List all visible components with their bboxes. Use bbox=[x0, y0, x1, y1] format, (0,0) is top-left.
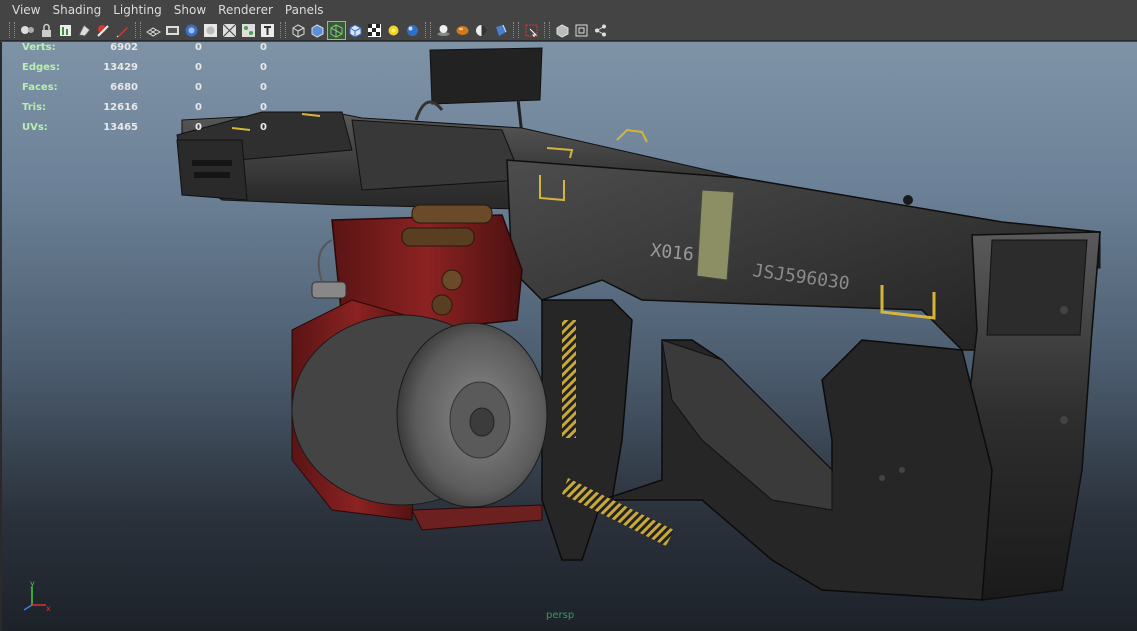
screen-space-ao-icon[interactable] bbox=[404, 22, 421, 39]
hud-label-faces: Faces: bbox=[22, 82, 58, 93]
bookmarks-icon[interactable] bbox=[76, 22, 93, 39]
field-chart-icon[interactable] bbox=[221, 22, 238, 39]
menu-view[interactable]: View bbox=[0, 0, 46, 20]
menu-renderer[interactable]: Renderer bbox=[212, 0, 279, 20]
toolbar-separator bbox=[9, 22, 15, 38]
hud-verts-selected: 0 bbox=[195, 42, 202, 53]
axis-gizmo-icon: y x bbox=[23, 579, 51, 613]
camera-name-label: persp bbox=[546, 610, 575, 621]
menu-shading[interactable]: Shading bbox=[46, 0, 107, 20]
toolbar-separator bbox=[135, 22, 141, 38]
grid-icon[interactable] bbox=[145, 22, 162, 39]
menu-show[interactable]: Show bbox=[168, 0, 212, 20]
hud-row: Tris: 12616 0 0 bbox=[22, 102, 282, 122]
hud-row: Edges: 13429 0 0 bbox=[22, 62, 282, 82]
toolbar-separator bbox=[425, 22, 431, 38]
resolution-gate-icon[interactable] bbox=[183, 22, 200, 39]
motion-blur-icon[interactable] bbox=[435, 22, 452, 39]
share-icon[interactable] bbox=[592, 22, 609, 39]
safe-title-icon[interactable] bbox=[259, 22, 276, 39]
camera-attributes-icon[interactable] bbox=[57, 22, 74, 39]
hud-faces-object: 6680 bbox=[110, 82, 138, 93]
xray-icon[interactable] bbox=[523, 22, 540, 39]
tan-strap bbox=[696, 189, 735, 281]
image-plane-icon[interactable] bbox=[95, 22, 112, 39]
menu-panels[interactable]: Panels bbox=[279, 0, 330, 20]
safe-action-icon[interactable] bbox=[240, 22, 257, 39]
hud-faces-selected: 0 bbox=[195, 82, 202, 93]
hud-label-edges: Edges: bbox=[22, 62, 60, 73]
xray-joints-icon[interactable] bbox=[554, 22, 571, 39]
xray-components-icon[interactable] bbox=[573, 22, 590, 39]
hud-tris-component: 0 bbox=[260, 102, 267, 113]
top-sight bbox=[429, 47, 543, 105]
hud-verts-object: 6902 bbox=[110, 42, 138, 53]
perspective-viewport[interactable]: X016 JSJ596030 Verts: 6902 0 0 Edges: 13… bbox=[0, 42, 1137, 631]
hud-label-tris: Tris: bbox=[22, 102, 47, 113]
anti-aliasing-icon[interactable] bbox=[454, 22, 471, 39]
menu-bar: View Shading Lighting Show Renderer Pane… bbox=[0, 0, 1137, 20]
use-all-lights-icon[interactable] bbox=[366, 22, 383, 39]
grease-pencil-icon[interactable] bbox=[114, 22, 131, 39]
wireframe-on-shaded-icon[interactable] bbox=[327, 20, 346, 40]
poly-count-hud: Verts: 6902 0 0 Edges: 13429 0 0 Faces: … bbox=[22, 42, 282, 142]
select-camera-icon[interactable] bbox=[19, 22, 36, 39]
isolate-select-icon[interactable] bbox=[492, 22, 509, 39]
hud-label-uvs: UVs: bbox=[22, 122, 48, 133]
hud-label-verts: Verts: bbox=[22, 42, 56, 53]
gate-mask-icon[interactable] bbox=[202, 22, 219, 39]
hud-uvs-object: 13465 bbox=[103, 122, 138, 133]
menu-lighting[interactable]: Lighting bbox=[107, 0, 168, 20]
hud-edges-object: 13429 bbox=[103, 62, 138, 73]
hud-uvs-selected: 0 bbox=[195, 122, 202, 133]
toolbar-separator bbox=[280, 22, 286, 38]
film-gate-icon[interactable] bbox=[164, 22, 181, 39]
textured-icon[interactable] bbox=[347, 22, 364, 39]
axis-y-label: y bbox=[30, 579, 35, 588]
hud-row: Verts: 6902 0 0 bbox=[22, 42, 282, 62]
hud-faces-component: 0 bbox=[260, 82, 267, 93]
toolbar-separator bbox=[544, 22, 550, 38]
hud-edges-selected: 0 bbox=[195, 62, 202, 73]
hazard-stripe-front bbox=[562, 320, 576, 438]
axis-x-label: x bbox=[46, 604, 51, 613]
hud-row: Faces: 6680 0 0 bbox=[22, 82, 282, 102]
depth-of-field-icon[interactable] bbox=[473, 22, 490, 39]
hud-uvs-component: 0 bbox=[260, 122, 267, 133]
hud-tris-object: 12616 bbox=[103, 102, 138, 113]
lock-camera-icon[interactable] bbox=[38, 22, 55, 39]
wireframe-icon[interactable] bbox=[290, 22, 307, 39]
hud-row: UVs: 13465 0 0 bbox=[22, 122, 282, 142]
shadows-icon[interactable] bbox=[385, 22, 402, 39]
toolbar-separator bbox=[513, 22, 519, 38]
panel-toolbar bbox=[0, 20, 1137, 41]
hud-edges-component: 0 bbox=[260, 62, 267, 73]
hud-tris-selected: 0 bbox=[195, 102, 202, 113]
hud-verts-component: 0 bbox=[260, 42, 267, 53]
smooth-shade-icon[interactable] bbox=[309, 22, 326, 39]
